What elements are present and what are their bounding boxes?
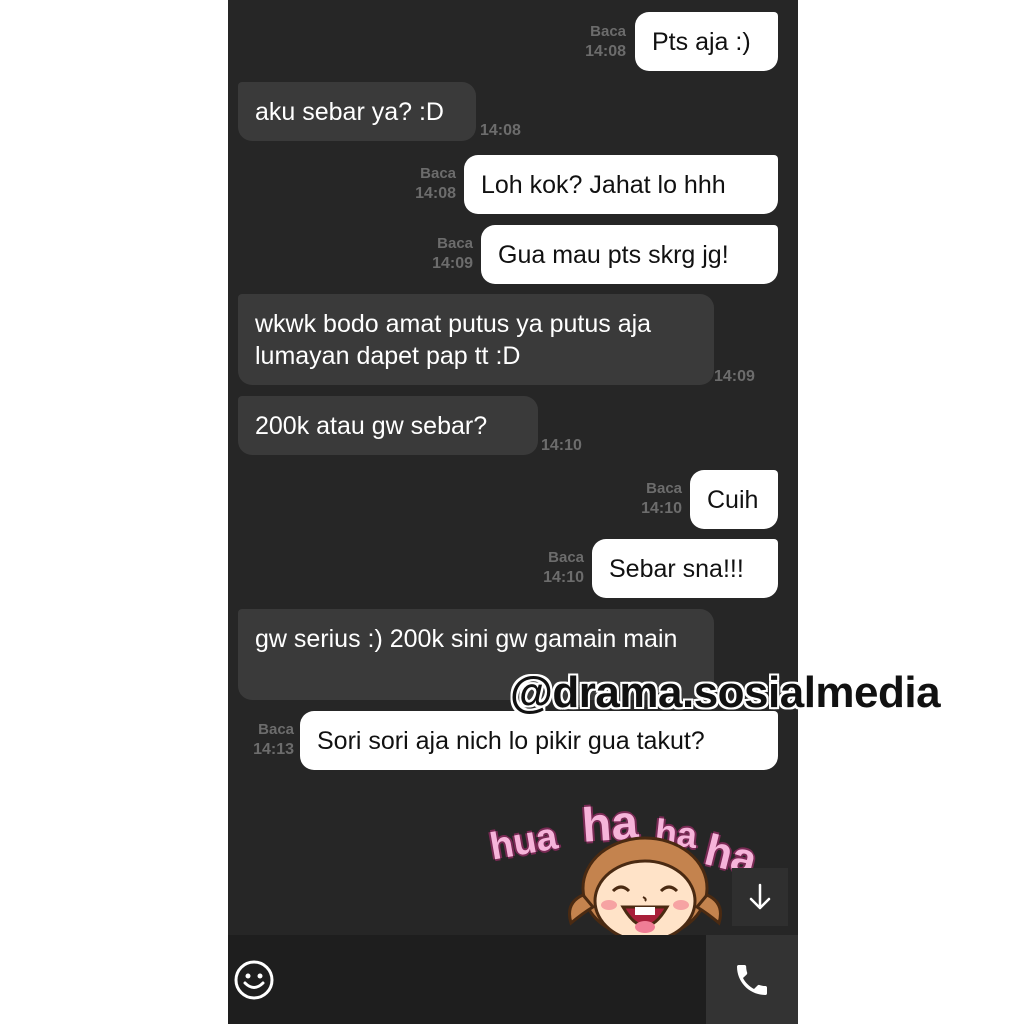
laughing-girl-sticker[interactable]: hua ha ha ha (486, 795, 770, 935)
emoji-button[interactable] (228, 935, 280, 1024)
message-meta: Baca 14:10 (526, 548, 584, 588)
sticker-word: hua (486, 815, 561, 869)
message-bubble[interactable]: wkwk bodo amat putus ya putus aja lumaya… (238, 294, 714, 385)
message-meta: 14:08 (480, 121, 521, 141)
read-status: Baca (420, 165, 456, 182)
message-bubble[interactable]: Loh kok? Jahat lo hhh (464, 155, 778, 214)
read-status: Baca (258, 721, 294, 738)
message-meta: Baca 14:13 (236, 720, 294, 760)
girl-face-icon (568, 836, 722, 935)
read-status: Baca (437, 235, 473, 252)
message-time: 14:13 (253, 741, 294, 758)
message-time: 14:08 (480, 122, 521, 139)
arrow-down-icon (749, 883, 771, 910)
message-bubble[interactable]: Sebar sna!!! (592, 539, 778, 598)
message-meta: Baca 14:10 (624, 479, 682, 519)
message-bubble[interactable]: Pts aja :) (635, 12, 778, 71)
message-time: 14:09 (432, 255, 473, 272)
call-button[interactable] (706, 935, 798, 1024)
message-time: 14:08 (415, 185, 456, 202)
read-status: Baca (646, 480, 682, 497)
message-meta: 14:10 (541, 436, 582, 456)
message-meta: Baca 14:08 (398, 164, 456, 204)
input-bar (228, 935, 798, 1024)
message-time: 14:09 (714, 368, 755, 385)
message-time: 14:08 (585, 43, 626, 60)
read-status: Baca (548, 549, 584, 566)
message-time: 14:10 (543, 569, 584, 586)
message-bubble[interactable]: Gua mau pts skrg jg! (481, 225, 778, 284)
message-meta: 14:09 (714, 367, 755, 387)
message-time: 14:10 (641, 500, 682, 517)
scroll-down-button[interactable] (732, 868, 788, 926)
message-bubble[interactable]: Sori sori aja nich lo pikir gua takut? (300, 711, 778, 770)
phone-icon (737, 964, 767, 995)
smiley-icon (234, 960, 274, 999)
message-bubble[interactable]: aku sebar ya? :D (238, 82, 476, 141)
message-meta: Baca 14:08 (568, 22, 626, 62)
message-time: 14:10 (541, 437, 582, 454)
read-status: Baca (590, 23, 626, 40)
message-bubble[interactable]: Cuih (690, 470, 778, 529)
message-meta: Baca 14:09 (415, 234, 473, 274)
message-bubble[interactable]: 200k atau gw sebar? (238, 396, 538, 455)
watermark: @drama.sosialmedia (510, 668, 941, 717)
